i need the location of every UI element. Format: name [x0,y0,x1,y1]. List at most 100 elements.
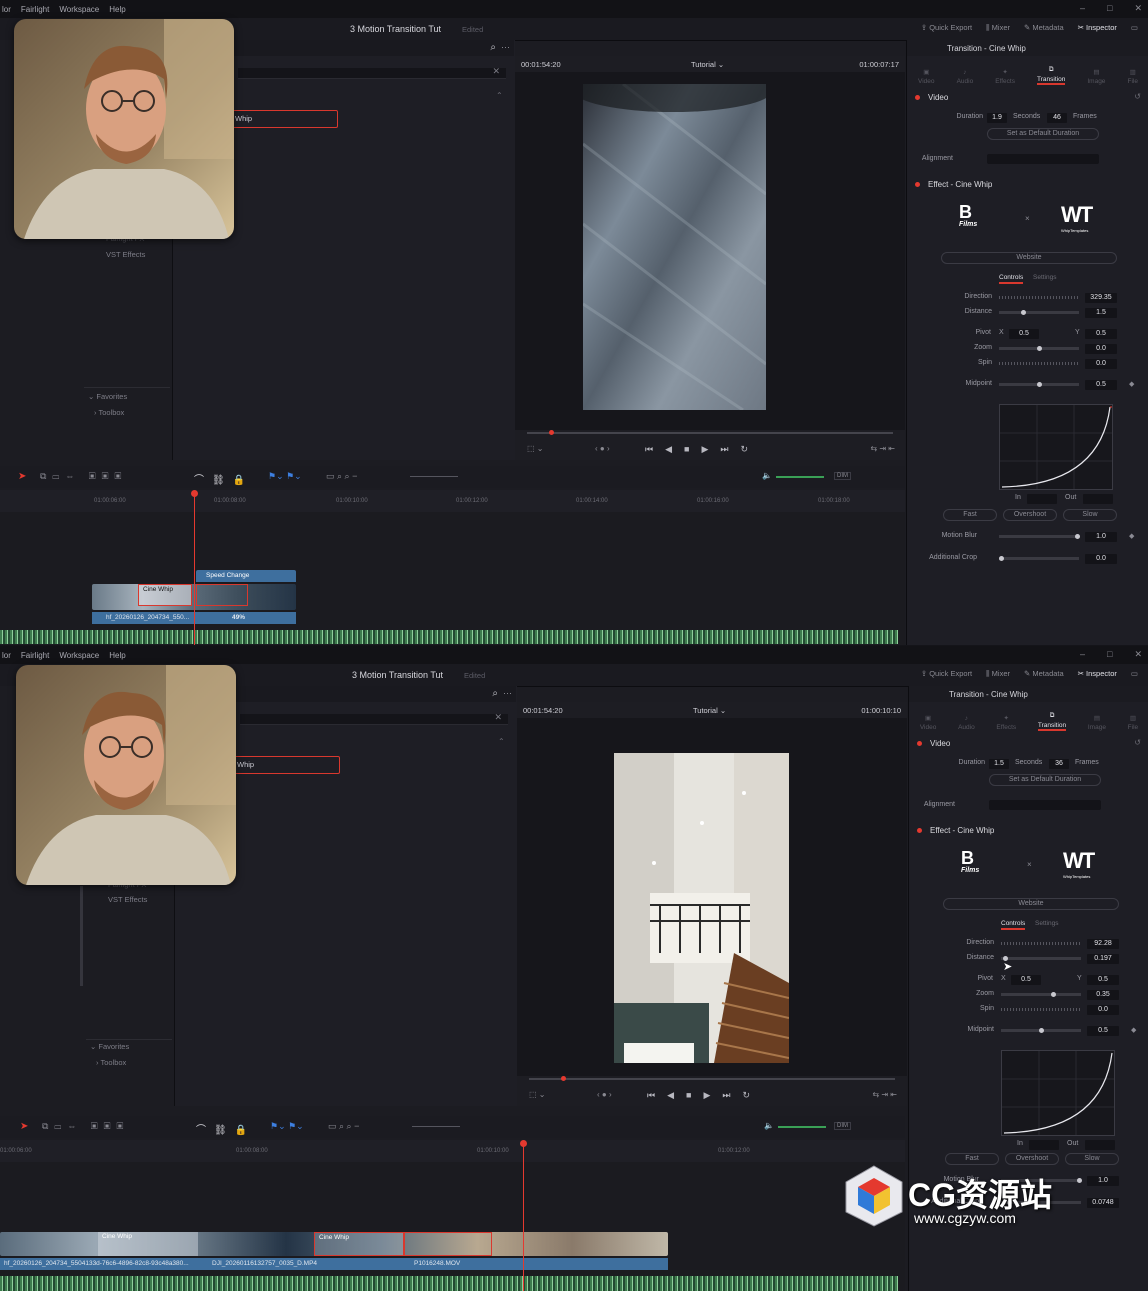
viewer-playhead[interactable] [549,430,554,435]
play-reverse-icon[interactable]: ◀ [665,444,672,455]
spin-field[interactable]: 0.0 [1085,359,1117,369]
metadata-button[interactable]: ✎ Metadata [1024,669,1064,679]
close-icon[interactable]: ✕ [1134,649,1142,660]
collapse-icon[interactable]: ⌃ [496,91,503,100]
cine-whip-transition[interactable]: Cine Whip [138,584,192,606]
fullscreen-icon[interactable]: ▭ [1131,669,1138,679]
direction-field[interactable]: 329.35 [1085,293,1117,303]
tab-transition[interactable]: ⧉ Transition [1037,66,1066,85]
reset-icon[interactable]: ↺ [1134,738,1141,747]
jog-control[interactable]: ‹ ● › [597,1090,612,1099]
loop-icon[interactable]: ↻ [743,1090,751,1101]
website-button[interactable]: Website [943,898,1119,910]
ease-out-field[interactable] [1083,494,1113,504]
tab-image[interactable]: ▤ Image [1087,68,1105,85]
keyframe-icon[interactable]: ◆ [1129,532,1134,540]
slow-button[interactable]: Slow [1063,509,1117,521]
skip-end-icon[interactable]: ⏭ [720,444,728,455]
duration-frames-field[interactable]: 36 [1049,759,1069,769]
favorites-section[interactable]: ⌄ Favorites [88,392,127,401]
quick-export-button[interactable]: ⇪ Quick Export [921,669,972,679]
more-options-icon[interactable]: ⋯ [501,42,510,53]
menu-item-help[interactable]: Help [109,651,125,660]
clear-search-icon[interactable]: ✕ [492,66,500,77]
stop-icon[interactable]: ■ [686,1090,691,1101]
ease-curve-editor[interactable] [999,404,1113,490]
selected-effect-item[interactable]: Whip [232,110,338,128]
zoom-slider[interactable] [999,346,1079,351]
viewer-scrubber[interactable] [527,430,893,435]
edit-tools-icons[interactable]: ⧉▭⇔ ▣▣▣ [42,1121,129,1132]
zoom-field[interactable]: 0.35 [1087,990,1119,1000]
midpoint-slider[interactable] [999,382,1079,387]
tab-effects[interactable]: ✦ Effects [996,714,1016,731]
menu-item-fairlight[interactable]: Fairlight [21,651,49,660]
motion-blur-slider[interactable] [999,534,1080,539]
reset-icon[interactable]: ↺ [1134,92,1141,101]
favorites-section[interactable]: ⌄ Favorites [90,1042,129,1051]
maximize-icon[interactable]: □ [1107,649,1112,660]
speed-change-header[interactable]: Speed Change [196,570,296,582]
additional-crop-field[interactable]: 0.0 [1085,554,1117,564]
flag-marker-icons[interactable]: ⚑⌄ ⚑⌄ [270,1121,304,1132]
tab-controls[interactable]: Controls [999,274,1024,284]
volume-icon[interactable]: 🔈 [762,471,772,480]
metadata-button[interactable]: ✎ Metadata [1024,23,1064,33]
tab-file[interactable]: ▥ File [1128,714,1138,731]
keyframe-icon[interactable]: ◆ [1129,380,1134,388]
duration-frames-field[interactable]: 46 [1047,113,1067,123]
timeline-playhead-head[interactable] [191,490,198,497]
loop-icon[interactable]: ↻ [741,444,749,455]
website-button[interactable]: Website [941,252,1117,264]
timeline-zoom-slider[interactable] [412,1126,460,1127]
timeline-playhead-head[interactable] [520,1140,527,1147]
pivot-x-field[interactable]: 0.5 [1011,975,1041,985]
dim-button[interactable]: DIM [834,1122,851,1130]
snap-link-lock-icons[interactable]: ⌒⛓🔒 [196,1121,255,1136]
match-frame-icons[interactable]: ⇆ ⇥ ⇤ [870,444,895,453]
alignment-selector[interactable] [987,154,1099,164]
pivot-x-field[interactable]: 0.5 [1009,329,1039,339]
clear-search-icon[interactable]: ✕ [494,712,502,723]
match-frame-icons[interactable]: ⇆ ⇥ ⇤ [872,1090,897,1099]
tab-effects[interactable]: ✦ Effects [995,68,1015,85]
ease-in-field[interactable] [1029,1140,1059,1150]
direction-dial[interactable] [999,296,1079,299]
zoom-tools-icons[interactable]: ▭ ⌕ ⌕ − [326,471,357,482]
spin-field[interactable]: 0.0 [1087,1005,1119,1015]
ease-curve-editor[interactable] [1001,1050,1115,1136]
minimize-icon[interactable]: – [1080,3,1085,14]
library-item-vst-effects[interactable]: VST Effects [108,895,147,904]
snap-link-lock-icons[interactable]: ⌒⛓🔒 [194,471,253,486]
spin-dial[interactable] [1001,1008,1081,1011]
more-options-icon[interactable]: ⋯ [503,688,512,699]
midpoint-field[interactable]: 0.5 [1085,380,1117,390]
timeline-playhead[interactable] [194,492,195,645]
distance-field[interactable]: 1.5 [1085,308,1117,318]
menu-item-workspace[interactable]: Workspace [59,5,99,14]
tab-video[interactable]: ▣ Video [920,714,937,731]
viewer-playhead[interactable] [561,1076,566,1081]
tab-image[interactable]: ▤ Image [1088,714,1106,731]
menu-item-workspace[interactable]: Workspace [59,651,99,660]
cine-whip-transition[interactable]: Cine Whip [98,1232,198,1256]
keyframe-icon[interactable]: ◆ [1131,1026,1136,1034]
crop-icon[interactable]: ⬚ ⌄ [527,444,543,453]
timeline-playhead[interactable] [523,1142,524,1291]
midpoint-field[interactable]: 0.5 [1087,1026,1119,1036]
mixer-button[interactable]: ⫼ Mixer [986,669,1010,679]
close-icon[interactable]: ✕ [1134,3,1142,14]
minimize-icon[interactable]: – [1080,649,1085,660]
flag-marker-icons[interactable]: ⚑⌄ ⚑⌄ [268,471,302,482]
video-section-header[interactable]: Video [917,739,950,748]
distance-field[interactable]: 0.197 [1087,954,1119,964]
duration-seconds-field[interactable]: 1.5 [989,759,1009,769]
search-input[interactable]: ✕ [238,66,506,79]
tab-transition[interactable]: ⧉ Transition [1037,712,1067,731]
ease-in-field[interactable] [1027,494,1057,504]
menu-item-help[interactable]: Help [109,5,125,14]
duration-seconds-field[interactable]: 1.9 [987,113,1007,123]
tab-settings[interactable]: Settings [1035,920,1059,927]
library-scrollbar[interactable] [80,886,83,986]
distance-slider[interactable] [1001,956,1081,961]
